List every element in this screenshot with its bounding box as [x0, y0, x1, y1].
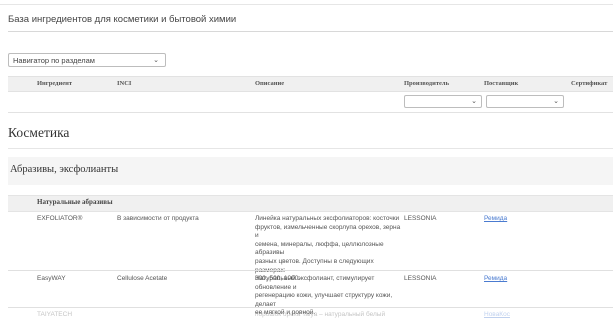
column-header-supplier[interactable]: Поставщик — [484, 80, 518, 87]
column-header-ingredient[interactable]: Ингредиент — [37, 80, 72, 87]
column-header-certificate[interactable]: Сертификат — [571, 80, 607, 87]
chevron-down-icon: ⌄ — [553, 98, 559, 105]
description-line: фруктов, измельченные скорлупа орехов, з… — [255, 223, 401, 240]
manufacturer-value: LESSONIA — [404, 275, 437, 282]
table-row: EXFOLIATOR® В зависимости от продукта Ли… — [8, 212, 613, 282]
column-header-manufacturer[interactable]: Производитель — [404, 80, 449, 87]
manufacturer-filter-select[interactable]: ⌄ — [404, 95, 482, 108]
ingredient-name: EasyWAY — [37, 275, 66, 282]
inci-value: Cellulose Acetate — [117, 275, 168, 282]
chevron-down-icon: ⌄ — [471, 98, 477, 105]
title-divider — [8, 31, 613, 32]
description-line: семена, минералы, люффа, целлюлозные абр… — [255, 240, 384, 257]
manufacturer-value: LESSONIA — [404, 215, 437, 222]
column-header-inci[interactable]: INCI — [117, 80, 131, 87]
table-header: Ингредиент INCI Описание Производитель П… — [8, 76, 613, 92]
supplier-link[interactable]: Ремида — [484, 215, 507, 224]
ingredient-name: TAIYATECH — [37, 311, 73, 318]
description-text: порошок ореха Taiya – натуральный белый — [255, 311, 403, 320]
description-line: порошок ореха Taiya – натуральный белый — [255, 311, 386, 318]
section-navigator-select[interactable]: Навигатор по разделам ⌄ — [8, 53, 166, 67]
category-title: Абразивы, эксфолианты — [10, 164, 119, 175]
column-header-description[interactable]: Описание — [255, 80, 284, 87]
supplier-link[interactable]: НоваКос — [484, 311, 510, 320]
filter-divider — [8, 112, 613, 113]
section-divider — [8, 148, 613, 149]
inci-value: В зависимости от продукта — [117, 215, 199, 222]
section-navigator-value: Навигатор по разделам — [13, 56, 95, 65]
table-row: EasyWAY Cellulose Acetate Натуральный эк… — [8, 272, 613, 316]
page-title: База ингредиентов для косметики и бытово… — [8, 14, 237, 25]
description-line: Натуральный эксфолиант, стимулирует обно… — [255, 275, 375, 291]
description-line: Линейка натуральных эксфолиаторов: косто… — [255, 215, 400, 222]
supplier-filter-select[interactable]: ⌄ — [486, 95, 564, 108]
section-title: Косметика — [8, 125, 70, 140]
supplier-link[interactable]: Ремида — [484, 275, 507, 284]
chevron-down-icon: ⌄ — [153, 57, 159, 64]
ingredient-name: EXFOLIATOR® — [37, 215, 83, 222]
top-divider — [0, 4, 613, 5]
table-row: TAIYATECH порошок ореха Taiya – натураль… — [8, 308, 613, 324]
subcategory-title: Натуральные абразивы — [37, 198, 113, 206]
row-divider — [8, 270, 613, 271]
